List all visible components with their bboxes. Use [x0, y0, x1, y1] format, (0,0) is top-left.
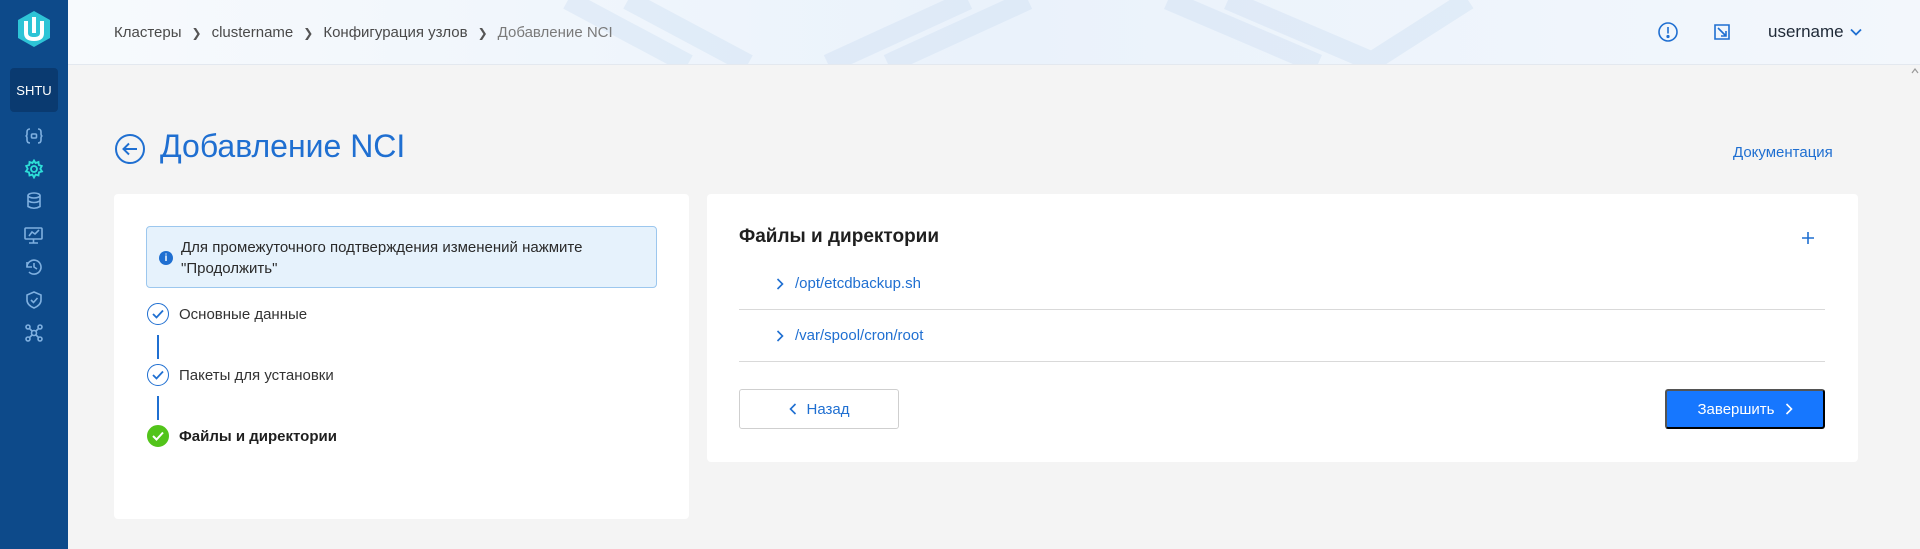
- database-icon[interactable]: [22, 189, 46, 213]
- step-files-directories[interactable]: Файлы и директории: [147, 425, 337, 447]
- check-circle-icon: [147, 303, 169, 325]
- external-window-icon[interactable]: [1711, 21, 1733, 43]
- chevron-left-icon: [788, 403, 796, 415]
- gear-icon[interactable]: [22, 157, 46, 181]
- check-circle-filled-icon: [147, 425, 169, 447]
- alert-icon[interactable]: [1657, 21, 1679, 43]
- step-connector: [157, 396, 159, 420]
- step-connector: [157, 335, 159, 359]
- step-label: Пакеты для установки: [179, 366, 334, 384]
- info-alert: i Для промежуточного подтверждения измен…: [146, 226, 657, 288]
- file-row[interactable]: /var/spool/cron/root: [739, 310, 1825, 362]
- chevron-right-icon: ❯: [477, 25, 488, 40]
- back-arrow-button[interactable]: [114, 133, 146, 165]
- chevron-right-icon: [1785, 403, 1793, 415]
- plus-icon: [1802, 232, 1814, 244]
- chevron-right-icon: ❯: [303, 25, 314, 40]
- check-circle-icon: [147, 364, 169, 386]
- back-button-label: Назад: [806, 400, 850, 418]
- breadcrumb-current: Добавление NCI: [497, 24, 613, 41]
- files-card: Файлы и директории /opt/etcdbackup.sh /v…: [707, 194, 1858, 462]
- username-label: username: [1768, 22, 1844, 41]
- info-icon: i: [159, 251, 173, 265]
- chevron-right-icon[interactable]: [773, 277, 787, 291]
- documentation-link[interactable]: Документация: [1733, 144, 1833, 161]
- code-braces-icon[interactable]: [22, 124, 46, 148]
- sidebar: SHTU: [0, 0, 68, 549]
- top-header: Кластеры ❯ clustername ❯ Конфигурация уз…: [68, 0, 1920, 65]
- user-menu[interactable]: username: [1768, 22, 1862, 42]
- wizard-steps-card: i Для промежуточного подтверждения измен…: [114, 194, 689, 519]
- file-row[interactable]: /opt/etcdbackup.sh: [739, 258, 1825, 310]
- finish-button-label: Завершить: [1697, 400, 1775, 418]
- section-title: Файлы и директории: [739, 226, 940, 247]
- app-logo[interactable]: [14, 9, 54, 49]
- step-label: Основные данные: [179, 305, 308, 323]
- file-path[interactable]: /opt/etcdbackup.sh: [795, 275, 921, 292]
- arrow-left-circle-icon: [115, 134, 145, 164]
- network-icon[interactable]: [22, 321, 46, 345]
- breadcrumb-node-config[interactable]: Конфигурация узлов: [323, 24, 467, 41]
- file-path[interactable]: /var/spool/cron/root: [795, 327, 923, 344]
- page-title: Добавление NCI: [160, 128, 406, 164]
- monitor-icon[interactable]: [22, 223, 46, 247]
- step-packages[interactable]: Пакеты для установки: [147, 364, 334, 386]
- add-file-button[interactable]: [1797, 228, 1819, 250]
- backup-icon[interactable]: [22, 255, 46, 279]
- info-text: Для промежуточного подтверждения изменен…: [181, 239, 583, 277]
- back-button[interactable]: Назад: [739, 389, 899, 429]
- breadcrumb-clustername[interactable]: clustername: [212, 24, 294, 41]
- chevron-down-icon: [1849, 28, 1862, 36]
- org-switcher[interactable]: SHTU: [10, 68, 58, 112]
- step-label: Файлы и директории: [179, 427, 337, 445]
- chevron-right-icon: ❯: [191, 25, 202, 40]
- shield-icon[interactable]: [22, 288, 46, 312]
- finish-button[interactable]: Завершить: [1665, 389, 1825, 429]
- step-basic-data[interactable]: Основные данные: [147, 303, 307, 325]
- org-label: SHTU: [16, 82, 52, 98]
- chevron-right-icon[interactable]: [773, 329, 787, 343]
- breadcrumb: Кластеры ❯ clustername ❯ Конфигурация уз…: [114, 24, 613, 41]
- breadcrumb-clusters[interactable]: Кластеры: [114, 24, 182, 41]
- page-scrollbar[interactable]: [1910, 65, 1920, 549]
